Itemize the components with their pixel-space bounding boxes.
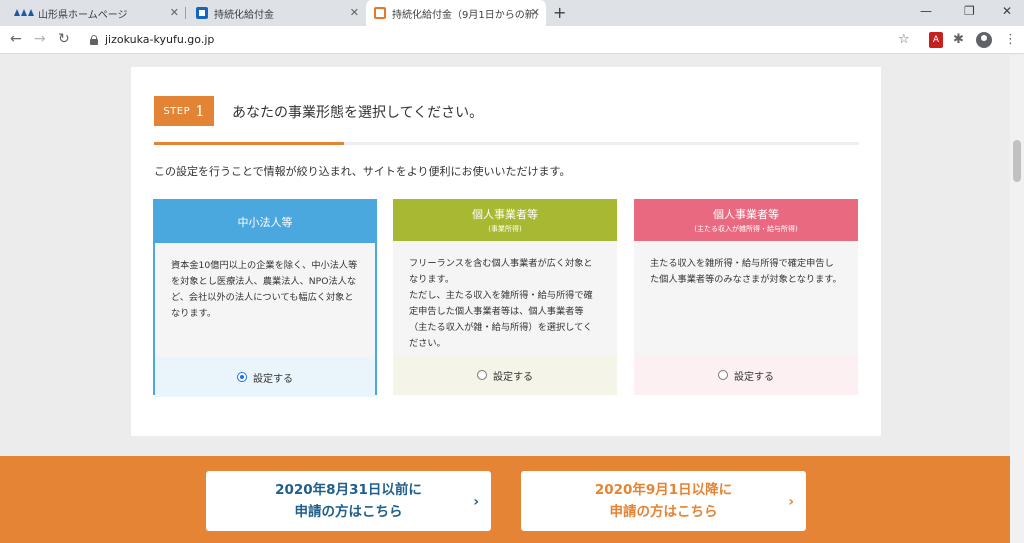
close-icon[interactable]: ✕ (350, 7, 359, 19)
option-header: 中小法人等 (155, 201, 375, 243)
step-title: あなたの事業形態を選択してください。 (232, 105, 484, 121)
pdf-extension-icon[interactable]: A (929, 32, 943, 48)
url-field[interactable]: jizokuka-kyufu.go.jp (105, 33, 214, 46)
option-individual-business-income[interactable]: 個人事業者等 (事業所得) フリーランスを含む個人事業者が広く対象となります。 … (393, 199, 617, 395)
step-progress-bar (154, 142, 859, 145)
back-arrow-icon[interactable]: ← (10, 31, 22, 47)
radio-label: 設定する (493, 371, 533, 383)
button-line: 申請の方はこちら (294, 504, 403, 520)
tab-bar: 山形県ホームページ ✕ 持続化給付金 ✕ 持続化給付金（9月1日からの新規 ✕ … (0, 0, 1024, 26)
option-radio-row[interactable]: 設定する (393, 355, 617, 395)
jizokuka-favicon-icon (196, 7, 208, 19)
before-aug31-application-button[interactable]: 2020年8月31日以前に 申請の方はこちら › (206, 471, 491, 531)
option-sme-corporation[interactable]: 中小法人等 資本金10億円以上の企業を除く、中小法人等を対象とし医療法人、農業法… (153, 199, 377, 397)
forward-arrow-icon[interactable]: → (34, 31, 46, 47)
option-individual-misc-salary-income[interactable]: 個人事業者等 (主たる収入が雑所得・給与所得) 主たる収入を雑所得・給与所得で確… (634, 199, 858, 395)
after-sep1-application-button[interactable]: 2020年9月1日以降に 申請の方はこちら › (521, 471, 806, 531)
option-title: 個人事業者等 (472, 208, 538, 221)
page-viewport: STEP 1 あなたの事業形態を選択してください。 この設定を行うことで情報が絞… (0, 55, 1010, 543)
jizokuka-new-favicon-icon (374, 7, 386, 19)
profile-avatar-icon[interactable] (976, 32, 992, 48)
chevron-right-icon: › (473, 494, 479, 510)
radio-button-selected[interactable] (237, 372, 247, 382)
option-description-line: ただし、主たる収入を雑所得・給与所得で確定申告した個人事業者等は、個人事業者等（… (409, 290, 593, 349)
option-title: 個人事業者等 (713, 208, 779, 221)
option-description: 資本金10億円以上の企業を除く、中小法人等を対象とし医療法人、農業法人、NPO法… (155, 243, 375, 357)
option-title: 中小法人等 (237, 216, 293, 229)
option-radio-row[interactable]: 設定する (634, 355, 858, 395)
vertical-scrollbar[interactable] (1010, 55, 1024, 543)
new-tab-button[interactable]: + (553, 3, 566, 22)
option-header: 個人事業者等 (事業所得) (393, 199, 617, 241)
option-description: 主たる収入を雑所得・給与所得で確定申告した個人事業者等のみなさまが対象となります… (634, 241, 858, 355)
step-label: STEP (163, 105, 191, 117)
restore-icon[interactable]: ❐ (964, 4, 975, 18)
tab-title: 持続化給付金 (214, 9, 274, 21)
button-label: 2020年9月1日以降に 申請の方はこちら (595, 479, 732, 523)
step-card: STEP 1 あなたの事業形態を選択してください。 この設定を行うことで情報が絞… (131, 67, 881, 436)
tab-title: 持続化給付金（9月1日からの新規 (392, 9, 537, 21)
tab-separator (185, 7, 186, 19)
reload-icon[interactable]: ↻ (58, 31, 70, 47)
application-period-banner: 2020年8月31日以前に 申請の方はこちら › 2020年9月1日以降に 申請… (0, 456, 1010, 543)
button-label: 2020年8月31日以前に 申請の方はこちら (275, 479, 422, 523)
option-description: フリーランスを含む個人事業者が広く対象となります。 ただし、主たる収入を雑所得・… (393, 241, 617, 355)
tab-title: 山形県ホームページ (38, 9, 128, 21)
address-bar: ← → ↻ jizokuka-kyufu.go.jp ☆ A ✱ ⋮ (0, 26, 1024, 54)
option-subtitle: (主たる収入が雑所得・給与所得) (694, 225, 798, 233)
minimize-icon[interactable]: — (920, 4, 932, 18)
step-badge: STEP 1 (154, 96, 214, 126)
option-radio-row[interactable]: 設定する (155, 357, 375, 397)
button-line: 2020年8月31日以前に (275, 482, 422, 498)
radio-label: 設定する (734, 371, 774, 383)
tab-yamagata[interactable]: 山形県ホームページ ✕ (8, 0, 185, 26)
button-line: 申請の方はこちら (609, 504, 718, 520)
option-subtitle: (事業所得) (488, 225, 522, 233)
extensions-puzzle-icon[interactable]: ✱ (953, 32, 964, 48)
step-progress-fill (154, 142, 345, 145)
step-description: この設定を行うことで情報が絞り込まれ、サイトをより便利にお使いいただけます。 (154, 165, 571, 178)
chevron-right-icon: › (788, 494, 794, 510)
option-header: 個人事業者等 (主たる収入が雑所得・給与所得) (634, 199, 858, 241)
radio-button[interactable] (477, 370, 487, 380)
close-icon[interactable]: ✕ (170, 7, 179, 19)
menu-kebab-icon[interactable]: ⋮ (1004, 32, 1017, 48)
yamagata-logo-icon (14, 9, 34, 17)
radio-button[interactable] (718, 370, 728, 380)
lock-icon (90, 35, 98, 45)
scrollbar-thumb[interactable] (1013, 140, 1021, 182)
bookmark-star-icon[interactable]: ☆ (898, 32, 910, 48)
tab-jizokuka-new[interactable]: 持続化給付金（9月1日からの新規 ✕ (366, 0, 546, 26)
radio-label: 設定する (253, 373, 293, 385)
close-icon[interactable]: ✕ (531, 7, 540, 19)
step-number: 1 (195, 102, 205, 120)
button-line: 2020年9月1日以降に (594, 482, 733, 498)
tab-jizokuka[interactable]: 持続化給付金 ✕ (188, 0, 365, 26)
window-close-icon[interactable]: ✕ (1002, 4, 1012, 18)
option-description-line: フリーランスを含む個人事業者が広く対象となります。 (409, 258, 593, 285)
